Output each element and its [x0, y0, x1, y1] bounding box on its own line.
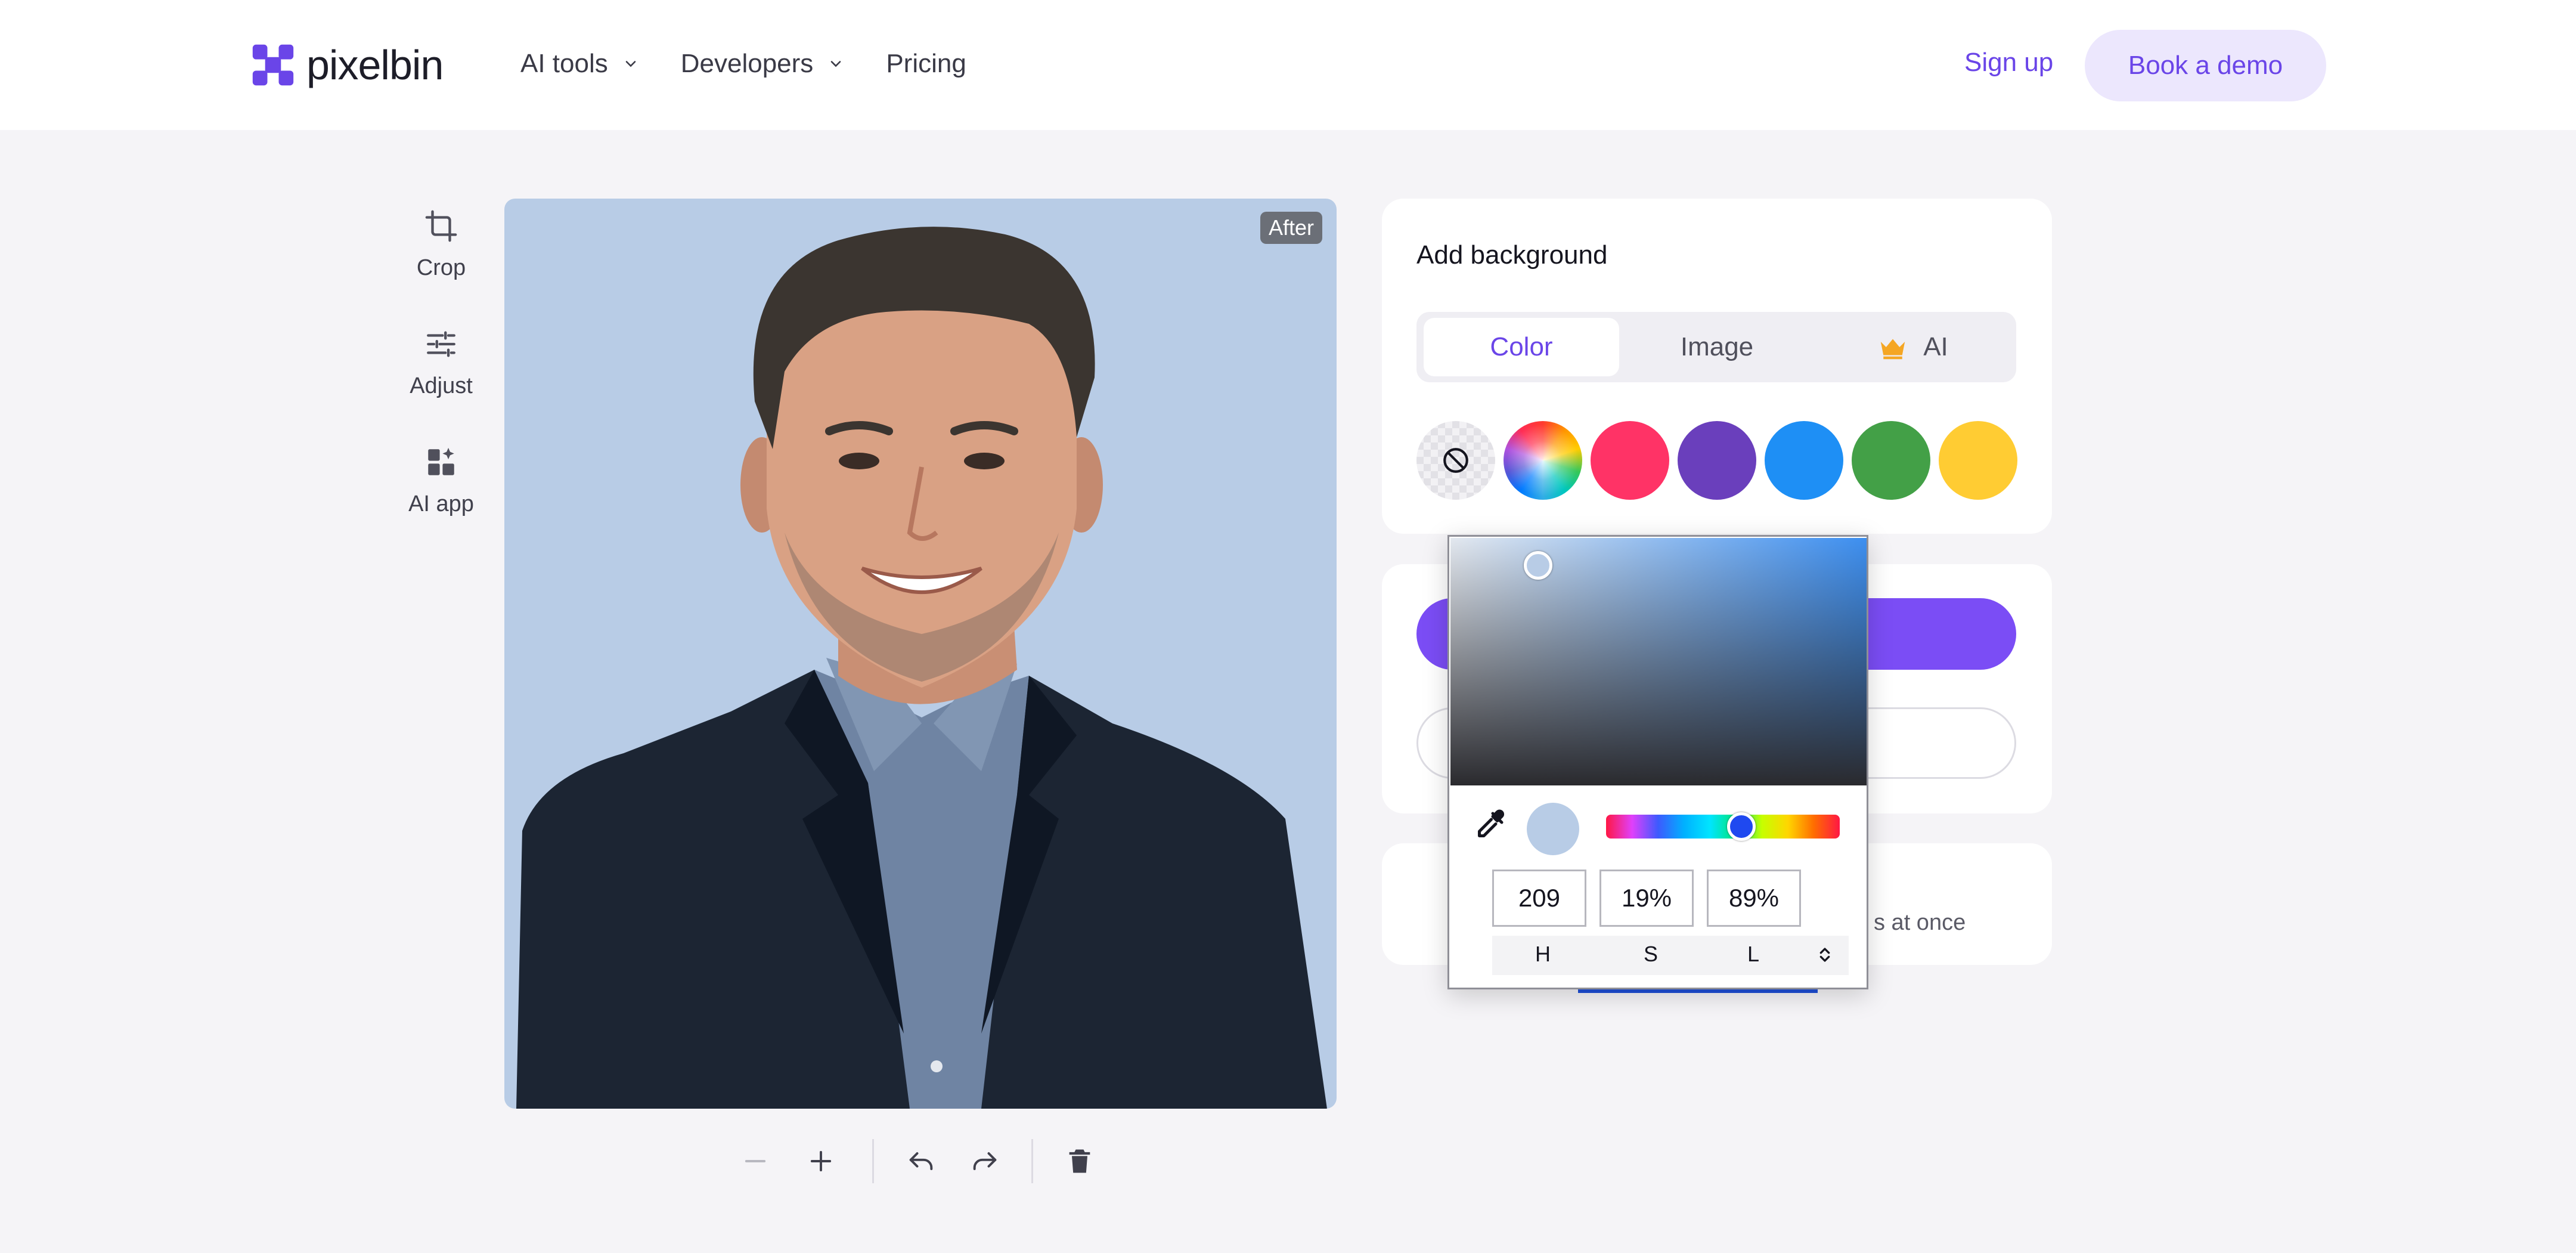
toolbar-divider: [872, 1139, 874, 1183]
undo-button[interactable]: [899, 1139, 943, 1183]
ai-app-tool[interactable]: AI app: [382, 445, 501, 517]
after-badge: After: [1260, 212, 1322, 244]
tab-color[interactable]: Color: [1424, 318, 1619, 376]
crown-icon: [1880, 339, 1905, 360]
crop-tool[interactable]: Crop: [382, 209, 501, 281]
nav-ai-tools[interactable]: AI tools: [520, 49, 639, 79]
nav-ai-tools-label: AI tools: [520, 49, 608, 78]
nav-pricing[interactable]: Pricing: [886, 49, 966, 79]
swatch-pink[interactable]: [1591, 421, 1669, 500]
logo-text: pixelbin: [306, 42, 444, 88]
background-type-tabs: Color Image AI: [1416, 312, 2016, 382]
swatch-custom-color[interactable]: [1504, 421, 1582, 500]
mode-toggle-icon[interactable]: [1813, 943, 1837, 967]
swatch-none[interactable]: [1416, 421, 1495, 500]
hue-label: H: [1535, 942, 1551, 966]
no-color-icon: [1443, 448, 1468, 473]
redo-icon: [973, 1152, 997, 1170]
tab-ai[interactable]: AI: [1815, 318, 2010, 376]
minus-icon: [745, 1160, 766, 1162]
swatch-yellow[interactable]: [1939, 421, 2017, 500]
toolbar-divider: [1031, 1139, 1033, 1183]
hue-slider[interactable]: [1606, 812, 1840, 841]
saturation-label: S: [1644, 942, 1659, 966]
chevron-down-icon: [625, 61, 636, 67]
crop-label: Crop: [416, 255, 466, 280]
zoom-out-button[interactable]: [733, 1139, 777, 1183]
undo-icon: [909, 1152, 933, 1170]
tab-image[interactable]: Image: [1619, 318, 1815, 376]
apps-icon: [428, 447, 454, 475]
trash-icon: [1069, 1149, 1090, 1173]
ai-app-label: AI app: [408, 491, 474, 516]
portrait-image: [516, 227, 1327, 1109]
color-picker-popover: 209 19% 89% H S L: [1447, 535, 1868, 989]
color-preview: [1527, 803, 1579, 855]
adjust-tool[interactable]: Adjust: [382, 327, 501, 399]
swatch-green[interactable]: [1852, 421, 1930, 500]
sv-handle[interactable]: [1524, 551, 1552, 580]
top-header: pixelbin AI tools Developers Pricing Sig…: [0, 0, 2576, 130]
book-demo-button[interactable]: Book a demo: [2085, 30, 2326, 101]
swatch-purple[interactable]: [1678, 421, 1756, 500]
lightness-input[interactable]: 89%: [1707, 870, 1801, 927]
sign-up-link[interactable]: Sign up: [1964, 48, 2053, 78]
bulk-card-text: s at once: [1874, 910, 1966, 935]
plus-icon: [810, 1150, 832, 1172]
swatch-blue[interactable]: [1765, 421, 1843, 500]
lightness-label: L: [1747, 942, 1760, 966]
hue-input[interactable]: 209: [1492, 870, 1586, 927]
adjust-label: Adjust: [410, 373, 473, 398]
nav-developers[interactable]: Developers: [681, 49, 845, 79]
eyedropper-icon[interactable]: [1472, 808, 1508, 843]
tab-ai-label: AI: [1923, 332, 1948, 361]
saturation-input[interactable]: 19%: [1599, 870, 1694, 927]
logo-mark-icon: [252, 44, 294, 86]
nav-pricing-label: Pricing: [886, 49, 966, 78]
crop-icon: [425, 210, 457, 242]
pixelbin-logo[interactable]: pixelbin: [250, 42, 444, 88]
zoom-in-button[interactable]: [799, 1139, 843, 1183]
blue-underline: [1578, 989, 1818, 993]
add-background-title: Add background: [1416, 240, 1608, 270]
hsl-labels-row: H S L: [1492, 936, 1849, 975]
main-nav: AI tools Developers Pricing: [520, 49, 1008, 79]
image-preview[interactable]: After: [504, 199, 1337, 1109]
delete-button[interactable]: [1058, 1139, 1102, 1183]
nav-developers-label: Developers: [680, 49, 814, 78]
redo-button[interactable]: [963, 1139, 1007, 1183]
chevron-down-icon: [831, 61, 841, 67]
sliders-icon: [427, 331, 455, 357]
add-background-card: Add background Color Image AI: [1382, 199, 2052, 534]
hue-slider-handle[interactable]: [1727, 812, 1756, 841]
saturation-lightness-area[interactable]: [1450, 538, 1867, 785]
